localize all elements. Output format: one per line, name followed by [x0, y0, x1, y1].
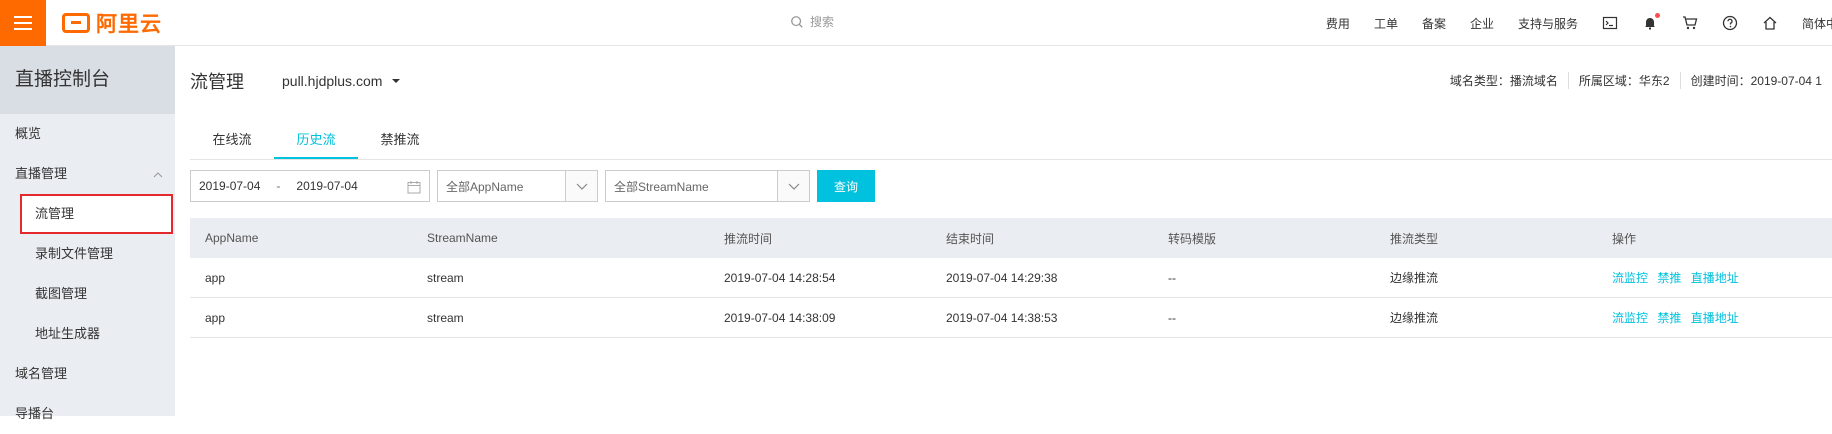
monitor-link[interactable]: 流监控 — [1612, 271, 1648, 285]
aliyun-logo[interactable]: 阿里云 — [62, 11, 162, 36]
calendar-icon — [407, 181, 421, 194]
sidebar-item-live-management[interactable]: 直播管理 — [0, 154, 175, 194]
domain-meta: 域名类型：播流域名 所属区域：华东2 创建时间：2019-07-04 1 — [1440, 72, 1832, 89]
sidebar-item-recording-files[interactable]: 录制文件管理 — [0, 234, 175, 274]
domain-type: 域名类型：播流域名 — [1449, 74, 1558, 88]
block-push-link[interactable]: 禁推 — [1657, 271, 1681, 285]
col-header-actions: 操作 — [1612, 231, 1637, 246]
home-icon[interactable] — [1762, 15, 1778, 31]
search-icon — [791, 15, 803, 28]
sidebar-item-domains[interactable]: 域名管理 — [0, 354, 175, 394]
notification-dot — [1655, 13, 1660, 18]
col-header-appname: AppName — [205, 231, 259, 245]
sidebar-item-stream-management[interactable]: 流管理 — [20, 194, 173, 234]
streamname-select[interactable]: 全部StreamName — [605, 170, 810, 202]
domain-region: 所属区域：华东2 — [1567, 72, 1680, 89]
tab-online-streams[interactable]: 在线流 — [190, 120, 274, 159]
stream-history-table: AppName StreamName 推流时间 结束时间 转码模版 推流类型 操… — [190, 218, 1832, 338]
cart-icon[interactable] — [1682, 15, 1698, 31]
main-content: 流管理 pull.hjdplus.com 域名类型：播流域名 所属区域：华东2 … — [175, 46, 1832, 416]
monitor-link[interactable]: 流监控 — [1612, 311, 1648, 325]
sidebar-item-snapshots[interactable]: 截图管理 — [0, 274, 175, 314]
sidebar-item-overview[interactable]: 概览 — [0, 114, 175, 154]
top-nav: 费用 工单 备案 企业 支持与服务 简体中文 — [1302, 0, 1832, 46]
cell-streamname: stream — [427, 270, 464, 285]
table-row: app stream 2019-07-04 14:38:09 2019-07-0… — [190, 298, 1832, 338]
sidebar-item-director[interactable]: 导播台 — [0, 394, 175, 434]
col-header-transcode: 转码模版 — [1168, 231, 1217, 246]
streamname-select-value: 全部StreamName — [614, 179, 709, 194]
page-header: 流管理 pull.hjdplus.com — [190, 68, 401, 94]
stream-tabs: 在线流 历史流 禁推流 — [190, 120, 1832, 160]
cell-transcode: -- — [1168, 270, 1176, 285]
cell-end-time: 2019-07-04 14:29:38 — [946, 270, 1058, 285]
cell-appname: app — [205, 310, 226, 325]
table-row: app stream 2019-07-04 14:28:54 2019-07-0… — [190, 258, 1832, 298]
cell-actions: 流监控 禁推 直播地址 — [1597, 309, 1832, 326]
cell-streamname: stream — [427, 310, 464, 325]
col-header-end-time: 结束时间 — [946, 231, 995, 246]
sidebar-item-label: 直播管理 — [15, 166, 68, 181]
block-push-link[interactable]: 禁推 — [1657, 311, 1681, 325]
col-header-streamname: StreamName — [427, 231, 498, 245]
nav-enterprise[interactable]: 企业 — [1470, 15, 1494, 32]
date-range-picker[interactable]: 2019-07-04 - 2019-07-04 — [190, 170, 430, 202]
query-button[interactable]: 查询 — [817, 170, 875, 202]
logo-text: 阿里云 — [96, 13, 162, 36]
tab-history-streams[interactable]: 历史流 — [274, 120, 358, 159]
filter-bar: 2019-07-04 - 2019-07-04 全部AppName 全部Stre… — [190, 170, 875, 202]
table-header: AppName StreamName 推流时间 结束时间 转码模版 推流类型 操… — [190, 218, 1832, 258]
console-title: 直播控制台 — [0, 46, 175, 114]
top-bar: 阿里云 搜索 费用 工单 备案 企业 支持与服务 简体中文 — [0, 0, 1832, 46]
col-header-push-time: 推流时间 — [724, 231, 773, 246]
bell-icon[interactable] — [1642, 13, 1660, 31]
cell-end-time: 2019-07-04 14:38:53 — [946, 310, 1058, 325]
chevron-down-icon — [777, 171, 809, 201]
language-switch[interactable]: 简体中文 — [1802, 15, 1832, 32]
date-separator: - — [276, 179, 281, 193]
nav-ticket[interactable]: 工单 — [1374, 15, 1398, 32]
date-start: 2019-07-04 — [199, 179, 261, 193]
page-title: 流管理 — [190, 72, 244, 92]
help-icon[interactable] — [1722, 15, 1738, 31]
domain-created: 创建时间：2019-07-04 1 — [1679, 72, 1832, 89]
search-placeholder: 搜索 — [810, 15, 835, 29]
live-url-link[interactable]: 直播地址 — [1691, 311, 1739, 325]
cell-push-type: 边缘推流 — [1390, 271, 1439, 285]
chevron-down-icon — [565, 171, 597, 201]
chevron-up-icon — [153, 172, 163, 178]
cell-transcode: -- — [1168, 310, 1176, 325]
logo-mark-icon — [62, 13, 90, 33]
date-end: 2019-07-04 — [296, 179, 358, 193]
global-search[interactable]: 搜索 — [790, 13, 834, 30]
nav-billing[interactable]: 费用 — [1326, 15, 1350, 32]
sidebar-item-url-generator[interactable]: 地址生成器 — [0, 314, 175, 354]
terminal-icon[interactable] — [1602, 15, 1618, 31]
domain-value: pull.hjdplus.com — [282, 73, 383, 89]
sidebar: 直播控制台 概览 直播管理 流管理 录制文件管理 截图管理 地址生成器 域名管理… — [0, 46, 175, 421]
live-url-link[interactable]: 直播地址 — [1691, 271, 1739, 285]
cell-actions: 流监控 禁推 直播地址 — [1597, 269, 1832, 286]
domain-selector[interactable]: pull.hjdplus.com — [282, 73, 401, 89]
cell-push-time: 2019-07-04 14:38:09 — [724, 310, 836, 325]
cell-push-time: 2019-07-04 14:28:54 — [724, 270, 836, 285]
appname-select[interactable]: 全部AppName — [437, 170, 598, 202]
nav-support[interactable]: 支持与服务 — [1518, 15, 1578, 32]
cell-appname: app — [205, 270, 226, 285]
caret-down-icon — [392, 79, 401, 83]
menu-icon[interactable] — [0, 0, 46, 46]
cell-push-type: 边缘推流 — [1390, 311, 1439, 325]
appname-select-value: 全部AppName — [446, 179, 524, 194]
nav-icp[interactable]: 备案 — [1422, 15, 1446, 32]
tab-blocked-streams[interactable]: 禁推流 — [358, 120, 442, 159]
col-header-push-type: 推流类型 — [1390, 231, 1439, 246]
